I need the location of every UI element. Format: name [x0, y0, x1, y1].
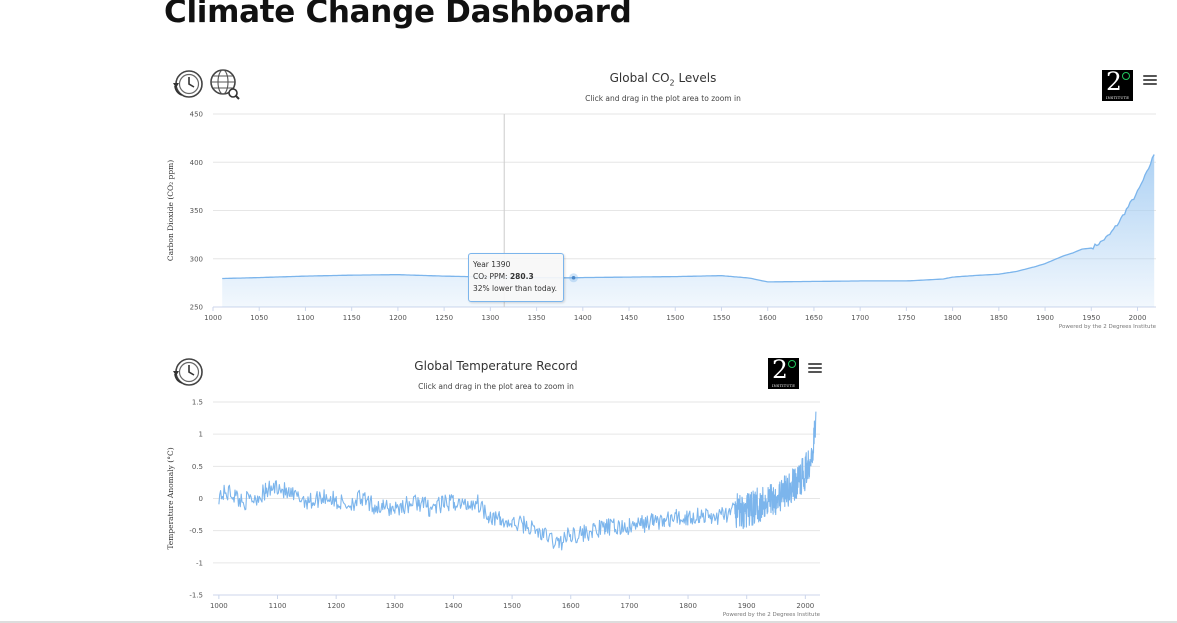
y-tick-label: -1 [196, 559, 203, 567]
temperature-chart-subtitle: Click and drag in the plot area to zoom … [418, 382, 574, 391]
x-tick-label: 1250 [435, 314, 453, 322]
x-tick-label: 1600 [759, 314, 777, 322]
x-tick-label: 1150 [343, 314, 361, 322]
tooltip-ppm: CO₂ PPM: 280.3 [473, 272, 534, 281]
globe-search-icon[interactable] [208, 68, 240, 100]
x-tick-label: 1850 [990, 314, 1008, 322]
hover-point [571, 275, 576, 280]
co2-chart-subtitle: Click and drag in the plot area to zoom … [585, 94, 741, 103]
co2-series-line [222, 154, 1155, 283]
x-tick-label: 1050 [250, 314, 268, 322]
x-tick-label: 2000 [1129, 314, 1147, 322]
x-tick-label: 1350 [528, 314, 546, 322]
y-tick-label: 0.5 [192, 463, 203, 471]
y-tick-label: 450 [190, 111, 203, 119]
x-tick-label: 1600 [562, 602, 580, 610]
temperature-chart[interactable]: -1.5 -1 -0.5 0 0.5 1 1.5 1000 1100 1200 1300 1400 15… [160, 348, 828, 623]
y-tick-label: 300 [190, 255, 203, 263]
tooltip-year: Year 1390 [473, 260, 511, 269]
x-tick-label: 1750 [897, 314, 915, 322]
tooltip-note: 32% lower than today. [473, 284, 558, 293]
chart-tooltip: Year 1390 CO₂ PPM: 280.3 32% lower than … [468, 253, 564, 302]
time-machine-icon[interactable] [172, 356, 204, 388]
y-axis-label: Carbon Dioxide (CO₂ ppm) [166, 160, 175, 261]
x-tick-label: 1100 [269, 602, 287, 610]
x-tick-label: 1700 [851, 314, 869, 322]
x-tick-label: 1200 [327, 602, 345, 610]
chart-credits: Powered by the 2 Degrees Institute [1059, 324, 1157, 330]
x-tick-label: 1500 [503, 602, 521, 610]
x-tick-label: 1900 [738, 602, 756, 610]
x-tick-label: 1650 [805, 314, 823, 322]
time-machine-icon[interactable] [172, 68, 204, 100]
x-tick-label: 1100 [297, 314, 315, 322]
y-tick-label: 1.5 [192, 399, 203, 407]
y-tick-label: -1.5 [189, 592, 203, 600]
x-tick-label: 1300 [481, 314, 499, 322]
temperature-series-line [218, 411, 817, 551]
y-axis-label: Temperature Anomaly (°C) [166, 447, 175, 549]
x-tick-label: 1800 [679, 602, 697, 610]
co2-area-fill [222, 154, 1155, 307]
x-tick-label: 1700 [620, 602, 638, 610]
x-tick-label: 1450 [620, 314, 638, 322]
co2-chart-title: Global CO2 Levels [609, 71, 717, 88]
temperature-chart-title: Global Temperature Record [414, 359, 578, 373]
x-tick-label: 1200 [389, 314, 407, 322]
x-tick-label: 1500 [666, 314, 684, 322]
x-tick-label: 1550 [713, 314, 731, 322]
y-tick-label: 250 [190, 304, 203, 312]
x-tick-label: 1000 [204, 314, 222, 322]
y-tick-label: 400 [190, 159, 203, 167]
x-tick-label: 2000 [796, 602, 814, 610]
x-tick-label: 1950 [1082, 314, 1100, 322]
x-tick-label: 1400 [574, 314, 592, 322]
y-tick-label: -0.5 [189, 527, 203, 535]
y-tick-label: 1 [199, 431, 203, 439]
chart-credits: Powered by the 2 Degrees Institute [723, 612, 821, 618]
co2-chart[interactable]: 250 300 350 400 450 1000 1050 1100 1150 1200 1250 1… [160, 60, 1165, 335]
x-tick-label: 1900 [1036, 314, 1054, 322]
x-tick-label: 1400 [445, 602, 463, 610]
chart-menu-button[interactable] [808, 363, 822, 375]
y-tick-label: 350 [190, 207, 203, 215]
x-tick-label: 1300 [386, 602, 404, 610]
page-title: Climate Change Dashboard [164, 0, 632, 30]
x-tick-label: 1000 [210, 602, 228, 610]
y-tick-label: 0 [199, 495, 203, 503]
chart-menu-button[interactable] [1143, 75, 1157, 87]
x-tick-label: 1800 [944, 314, 962, 322]
two-degrees-logo: 2 INSTITUTE [768, 355, 799, 389]
two-degrees-logo: 2 INSTITUTE [1102, 67, 1133, 101]
